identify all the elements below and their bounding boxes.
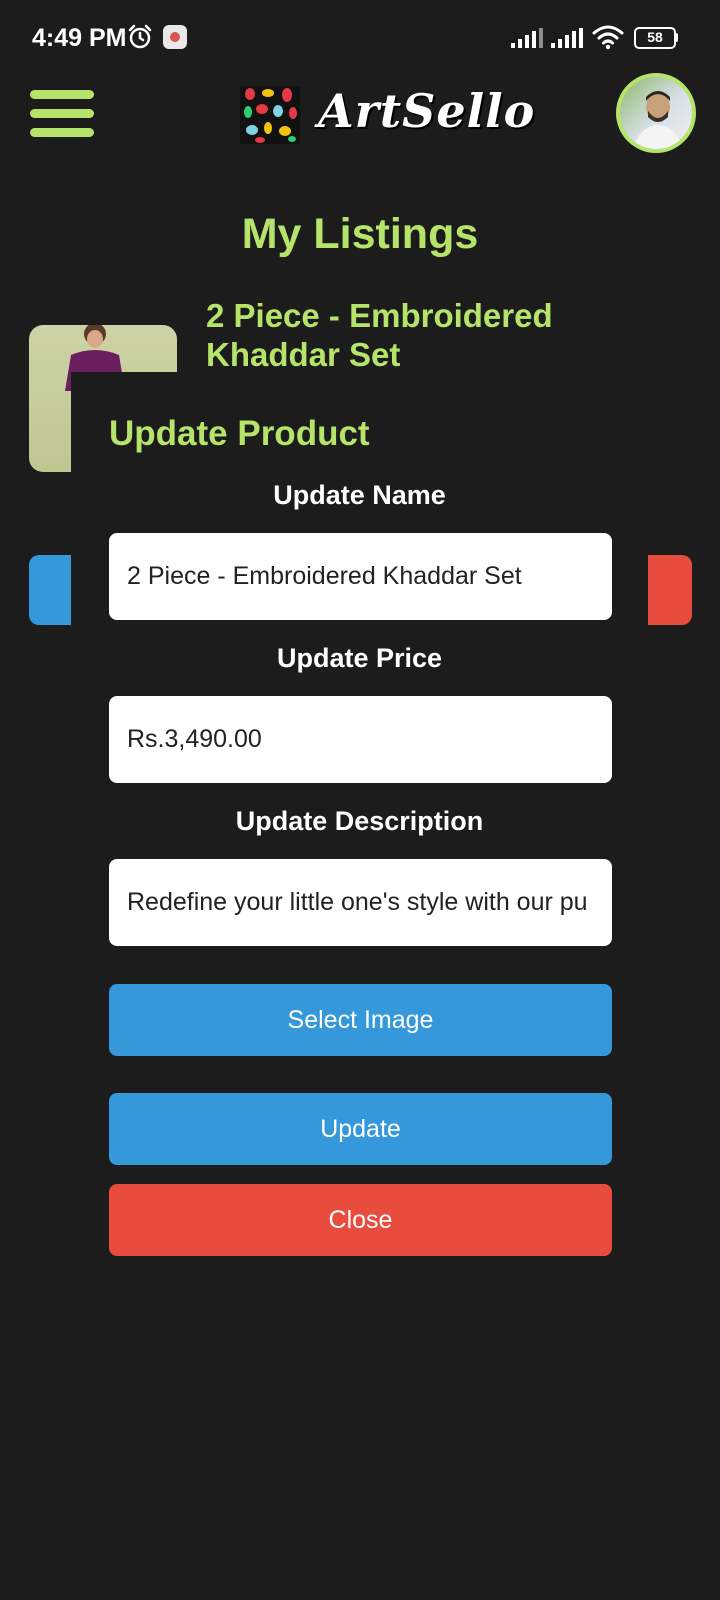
signal-icon — [511, 28, 543, 48]
listing-edit-button[interactable] — [29, 555, 73, 625]
screen: 4:49 PM 58 ArtSello My Listings 2 Piece … — [0, 0, 720, 1600]
modal-title: Update Product — [109, 414, 370, 453]
update-price-input[interactable] — [109, 696, 612, 783]
signal-icon — [551, 28, 583, 48]
wifi-icon — [592, 25, 624, 50]
status-time: 4:49 PM — [32, 24, 127, 52]
select-image-button[interactable]: Select Image — [109, 984, 612, 1056]
update-name-label: Update Name — [273, 480, 446, 510]
logo-text: ArtSello — [318, 84, 536, 138]
update-description-input[interactable] — [109, 859, 612, 946]
menu-icon[interactable] — [30, 90, 94, 138]
update-button[interactable]: Update — [109, 1093, 612, 1165]
listing-title: 2 Piece - Embroidered Khaddar Set — [206, 297, 553, 373]
update-product-modal: Update Product Update Name Update Price … — [71, 372, 648, 1272]
avatar-photo — [634, 91, 682, 149]
update-name-input[interactable] — [109, 533, 612, 620]
close-button[interactable]: Close — [109, 1184, 612, 1256]
avatar[interactable] — [616, 73, 696, 153]
update-price-label: Update Price — [276, 643, 443, 673]
status-bar: 4:49 PM 58 — [0, 0, 720, 76]
battery-icon: 58 — [634, 27, 678, 49]
alarm-icon — [128, 24, 152, 49]
logo-icon — [240, 86, 300, 144]
battery-level: 58 — [647, 29, 663, 45]
listing-delete-button[interactable] — [648, 555, 692, 625]
notification-icon — [163, 25, 187, 49]
page-title: My Listings — [241, 210, 479, 258]
update-description-label: Update Description — [235, 806, 484, 836]
